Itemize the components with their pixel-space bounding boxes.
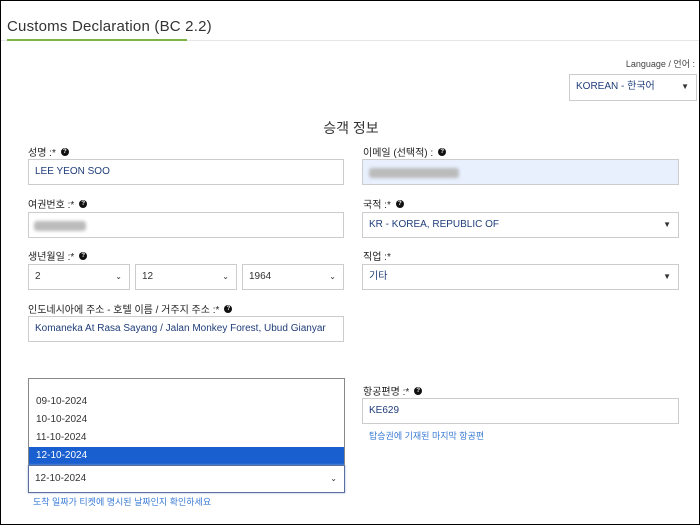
name-field[interactable]: LEE YEON SOO (28, 159, 344, 185)
address-label-text: 인도네시아에 주소 - 호텔 이름 / 거주지 주소 :* (28, 305, 220, 316)
section-title: 승객 정보 (323, 120, 379, 136)
email-label: 이메일 (선택적) :? (363, 144, 447, 159)
help-icon[interactable]: ? (414, 387, 423, 396)
flight-label-text: 항공편명 :* (363, 387, 410, 398)
language-label: Language / 언어 : (625, 59, 695, 69)
flight-hint: 탑승권에 기재된 마지막 항공편 (369, 431, 485, 441)
passport-field[interactable] (28, 212, 344, 238)
nationality-value: KR - KOREA, REPUBLIC OF (369, 219, 500, 230)
page-header: Customs Declaration (BC 2.2) (1, 1, 699, 41)
language-selected-value: KOREAN - 한국어 (576, 81, 655, 92)
flight-number-value: KE629 (369, 405, 400, 416)
occupation-value: 기타 (369, 271, 388, 282)
address-label: 인도네시아에 주소 - 호텔 이름 / 거주지 주소 :*? (28, 301, 233, 316)
help-icon[interactable]: ? (79, 252, 88, 261)
arrival-date-option-selected[interactable]: 12-10-2024 (29, 447, 344, 465)
chevron-down-icon: ▼ (663, 272, 671, 281)
help-icon[interactable]: ? (395, 200, 404, 209)
chevron-down-icon: ⌄ (329, 272, 336, 281)
flight-label: 항공편명 :*? (363, 383, 423, 398)
nationality-label-text: 국적 :* (363, 200, 391, 211)
arrival-date-value: 12-10-2024 (35, 473, 87, 484)
name-label: 성명 :*? (28, 144, 69, 159)
chevron-down-icon: ⌄ (115, 272, 122, 281)
name-value: LEE YEON SOO (35, 166, 110, 177)
address-value: Komaneka At Rasa Sayang / Jalan Monkey F… (35, 323, 326, 334)
nationality-label: 국적 :*? (363, 196, 404, 211)
birth-day-value: 2 (35, 271, 41, 282)
birth-month-value: 12 (142, 271, 154, 282)
birth-year-select[interactable]: 1964 ⌄ (242, 264, 344, 290)
passport-label-text: 여권번호 :* (28, 200, 75, 211)
chevron-down-icon: ▼ (663, 220, 671, 229)
occupation-select[interactable]: 기타 ▼ (362, 264, 679, 290)
occupation-label: 직업 :* (363, 252, 391, 263)
birthdate-label-text: 생년월일 :* (28, 252, 75, 263)
birth-day-select[interactable]: 2 ⌄ (28, 264, 130, 290)
chevron-down-icon: ⌄ (222, 272, 229, 281)
birthdate-label: 생년월일 :*? (28, 248, 88, 263)
name-label-text: 성명 :* (28, 148, 56, 159)
arrival-date-option[interactable]: 09-10-2024 (29, 393, 344, 411)
redacted-email (369, 168, 459, 178)
arrival-date-option[interactable]: 10-10-2024 (29, 411, 344, 429)
page-frame: Customs Declaration (BC 2.2) Language / … (0, 0, 700, 525)
arrival-date-options[interactable]: 09-10-2024 10-10-2024 11-10-2024 12-10-2… (28, 378, 345, 465)
birth-month-select[interactable]: 12 ⌄ (135, 264, 237, 290)
chevron-down-icon: ▼ (681, 82, 689, 91)
email-field[interactable] (362, 159, 679, 185)
arrival-date-select[interactable]: 12-10-2024 ⌄ (28, 465, 345, 493)
help-icon[interactable]: ? (438, 148, 447, 157)
help-icon[interactable]: ? (224, 305, 233, 314)
help-icon[interactable]: ? (60, 148, 69, 157)
redacted-passport (34, 221, 86, 231)
passport-label: 여권번호 :*? (28, 196, 88, 211)
help-icon[interactable]: ? (79, 200, 88, 209)
language-select[interactable]: KOREAN - 한국어 ▼ (569, 74, 697, 101)
email-label-text: 이메일 (선택적) : (363, 148, 434, 159)
page-title: Customs Declaration (BC 2.2) (7, 18, 212, 35)
chevron-down-icon: ⌄ (330, 474, 337, 483)
title-underline (7, 39, 187, 41)
arrival-date-hint: 도착 일짜가 티켓에 명시된 날짜인지 확인하세요 (33, 497, 212, 507)
arrival-date-option[interactable]: 11-10-2024 (29, 429, 344, 447)
birth-year-value: 1964 (249, 271, 272, 282)
address-field[interactable]: Komaneka At Rasa Sayang / Jalan Monkey F… (28, 316, 344, 342)
nationality-select[interactable]: KR - KOREA, REPUBLIC OF ▼ (362, 212, 679, 238)
flight-number-field[interactable]: KE629 (362, 398, 679, 424)
